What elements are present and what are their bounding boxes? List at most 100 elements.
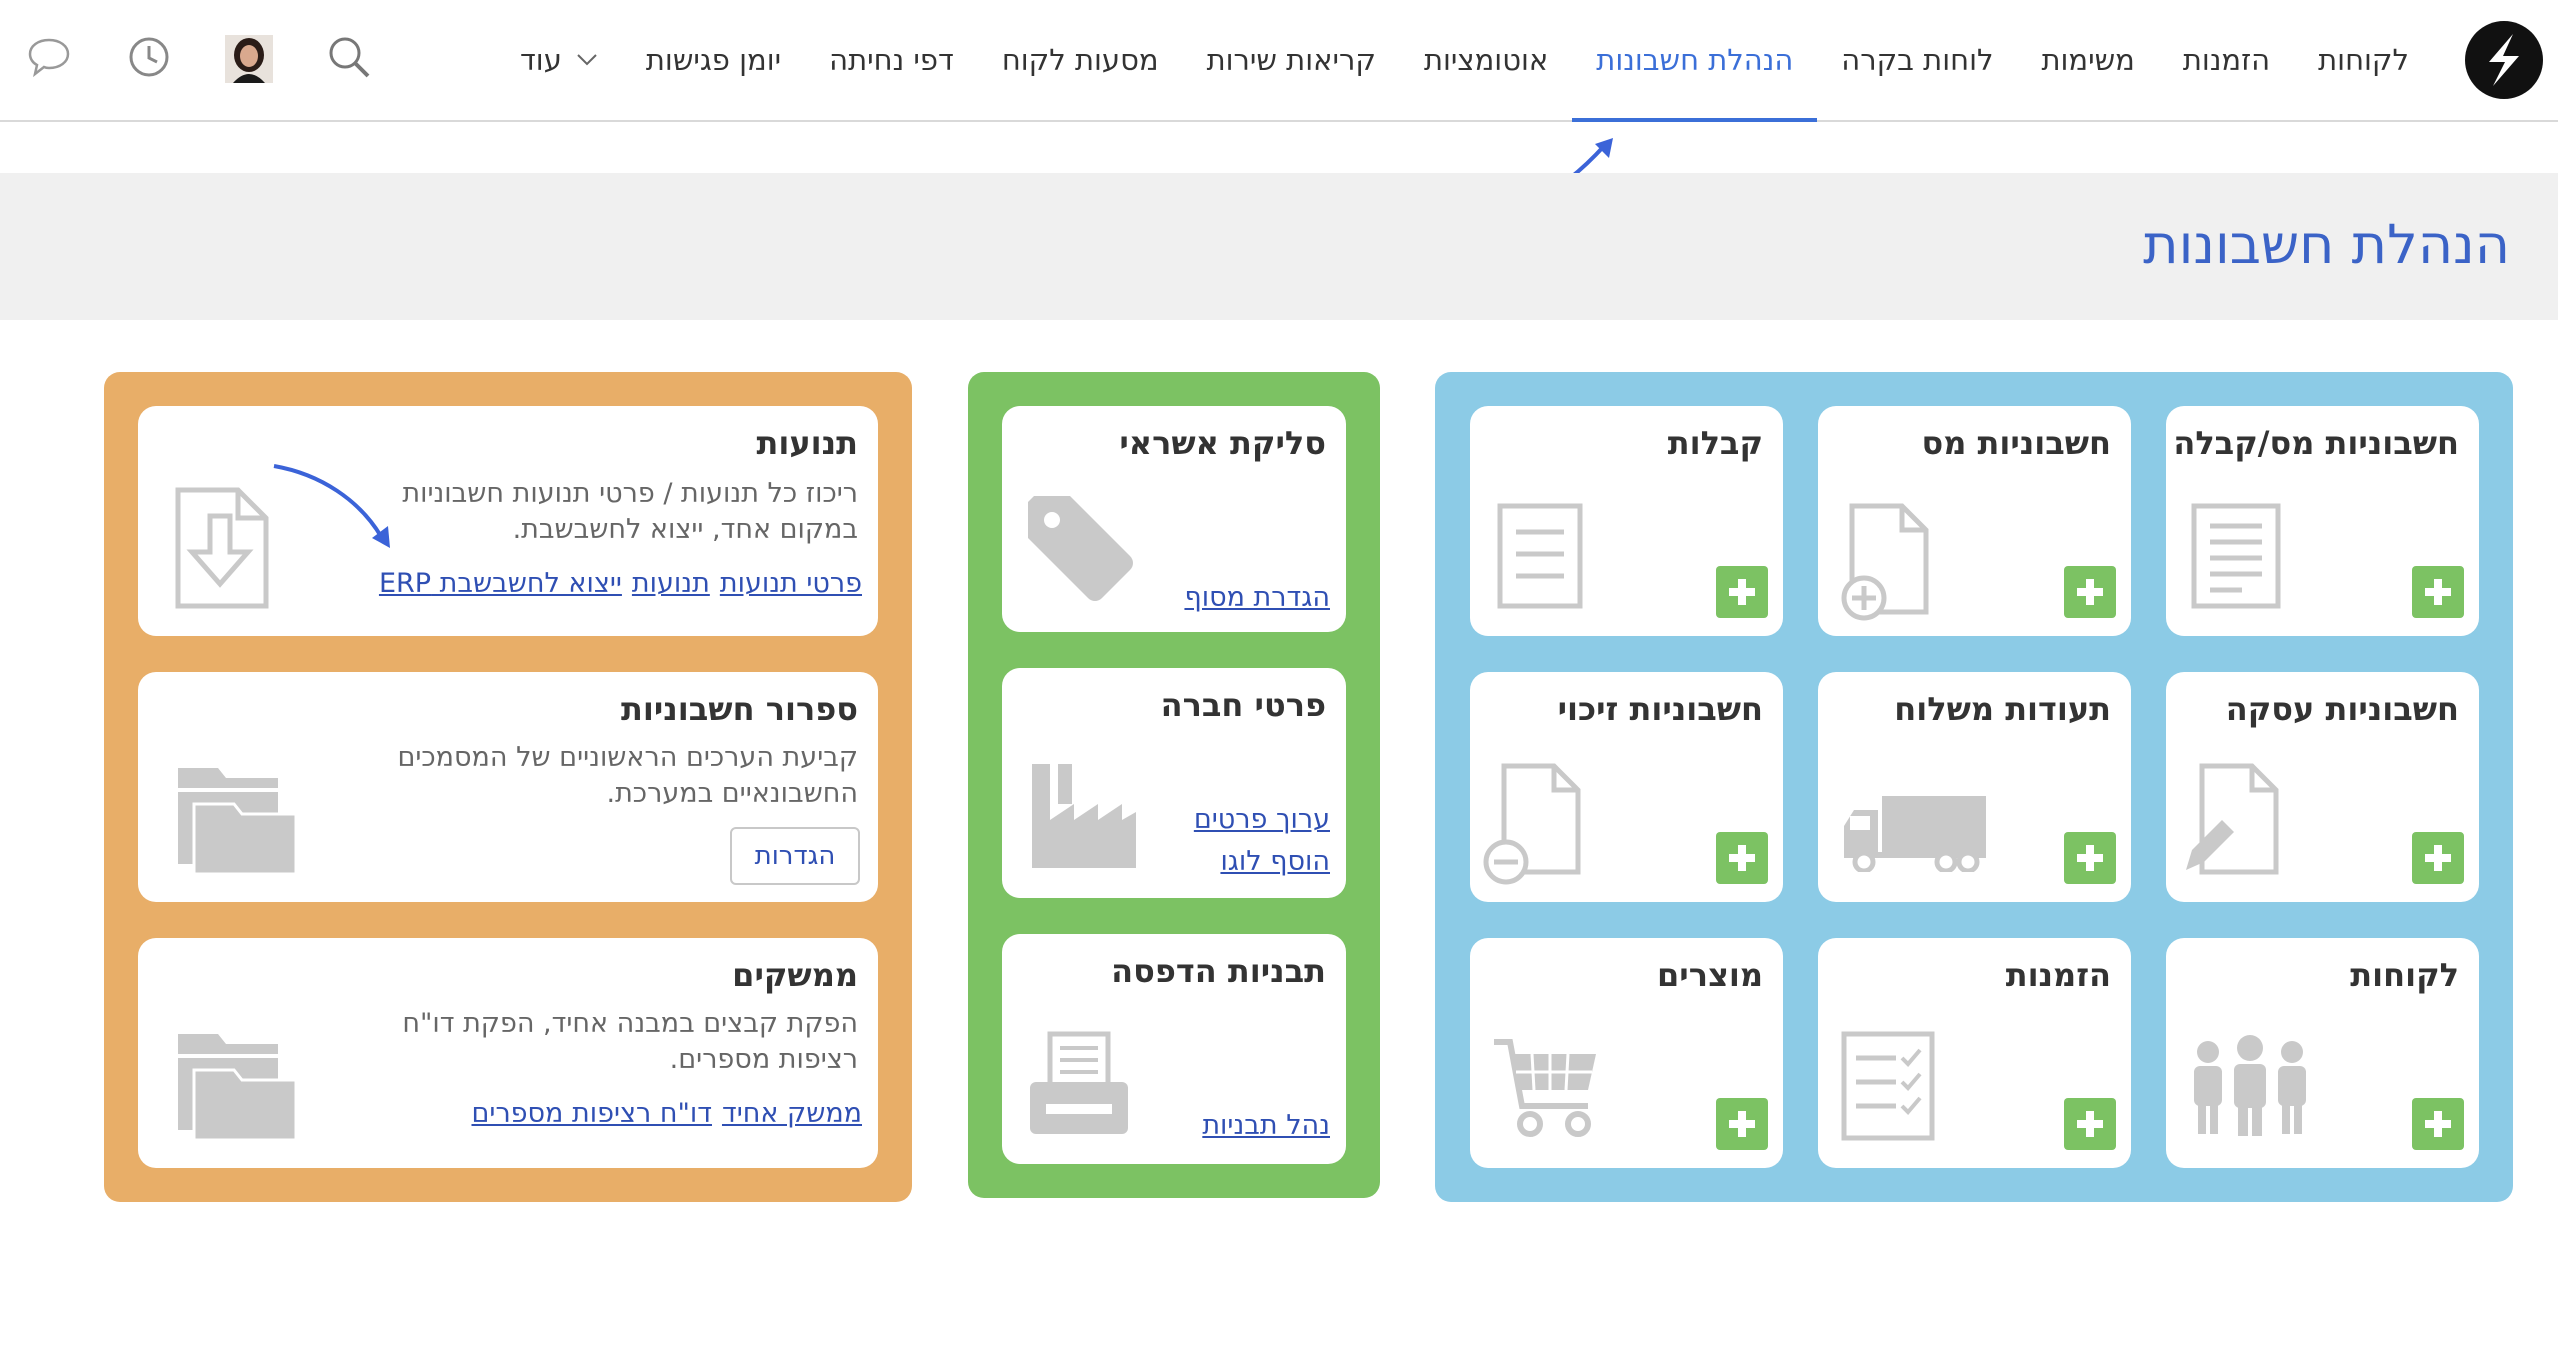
add-button[interactable] xyxy=(2412,832,2464,884)
more-label: עוד xyxy=(519,43,562,77)
card-title: סליקת אשראי xyxy=(1119,424,1326,462)
card-title: תנועות xyxy=(756,424,859,462)
card-description-line2: במקום אחד, ייצוא לחשבשבת. xyxy=(512,514,858,545)
card-title: לקוחות xyxy=(2350,956,2459,994)
add-logo-link[interactable]: הוסף לוגו xyxy=(1220,846,1330,877)
chat-bubble-icon xyxy=(28,38,70,78)
card-title: מוצרים xyxy=(1657,956,1763,994)
add-button[interactable] xyxy=(2412,1098,2464,1150)
doc-card-transaction-invoice[interactable]: חשבוניות עסקה xyxy=(2166,672,2479,902)
page-header: הנהלת חשבונות xyxy=(0,173,2558,320)
annotation-arrow xyxy=(273,464,390,548)
card-description-line1: ריכוז כל תנועות / פרטי תנועות חשבוניות xyxy=(402,478,858,509)
tag-icon xyxy=(1028,496,1133,601)
company-details-card: פרטי חברה ערוך פרטים הוסף לוגו xyxy=(1002,668,1346,898)
movements-link[interactable]: תנועות xyxy=(632,568,710,599)
movement-details-link[interactable]: פרטי תנועות xyxy=(720,568,862,599)
card-title: קבלות xyxy=(1667,424,1763,462)
add-button[interactable] xyxy=(2412,566,2464,618)
receipt-icon xyxy=(2191,503,2281,609)
tools-panel: תנועות ריכוז כל תנועות / פרטי תנועות חשב… xyxy=(104,372,912,1202)
document-lines-icon xyxy=(1497,503,1583,609)
card-title: תבניות הדפסה xyxy=(1111,952,1326,990)
unified-interface-link[interactable]: ממשק אחיד xyxy=(722,1098,862,1129)
factory-icon xyxy=(1032,764,1136,868)
nav-item-more[interactable]: עוד xyxy=(496,0,622,120)
avatar[interactable] xyxy=(225,35,273,83)
chevron-down-icon xyxy=(577,54,597,66)
doc-card-products[interactable]: מוצרים xyxy=(1470,938,1783,1168)
card-title: חשבוניות מס xyxy=(1921,424,2111,462)
search-icon xyxy=(329,37,370,78)
search-button[interactable] xyxy=(322,30,376,84)
nav-item-dashboards[interactable]: לוחות בקרה xyxy=(1817,0,2017,120)
interfaces-card: ממשקים הפקת קבצים במבנה אחיד, הפקת דו"ח … xyxy=(138,938,878,1168)
card-title: חשבוניות זיכוי xyxy=(1557,690,1763,728)
invoice-numbering-card: ספרור חשבוניות קביעת הערכים הראשוניים של… xyxy=(138,672,878,902)
logo-icon xyxy=(2489,34,2519,86)
doc-card-receipts[interactable]: קבלות xyxy=(1470,406,1783,636)
user-photo-icon xyxy=(225,35,273,83)
doc-card-tax-invoice[interactable]: חשבוניות מס xyxy=(1818,406,2131,636)
terminal-setup-link[interactable]: הגדרת מסוף xyxy=(1184,582,1330,613)
card-description-line1: קביעת הערכים הראשוניים של המסמכים xyxy=(397,742,858,773)
nav-item-orders[interactable]: הזמנות xyxy=(2159,0,2294,120)
file-add-icon xyxy=(1841,503,1929,621)
add-button[interactable] xyxy=(1716,832,1768,884)
credit-clearing-card: סליקת אשראי הגדרת מסוף xyxy=(1002,406,1346,632)
doc-card-delivery-notes[interactable]: תעודות משלוח xyxy=(1818,672,2131,902)
nav-items: לקוחות הזמנות משימות לוחות בקרה הנהלת חש… xyxy=(496,0,2433,122)
card-description-line2: החשבונאיים במערכת. xyxy=(606,778,858,809)
nav-item-customer-journeys[interactable]: מסעות לקוח xyxy=(978,0,1183,120)
download-file-icon xyxy=(175,487,269,609)
add-button[interactable] xyxy=(2064,1098,2116,1150)
folder-icon xyxy=(178,1034,298,1142)
printer-icon xyxy=(1030,1031,1128,1134)
edit-details-link[interactable]: ערוך פרטים xyxy=(1194,804,1330,835)
nav-item-calendar[interactable]: יומן פגישות xyxy=(622,0,805,120)
doc-card-orders[interactable]: הזמנות xyxy=(1818,938,2131,1168)
card-title: ספרור חשבוניות xyxy=(621,690,858,728)
truck-icon xyxy=(1844,796,1986,872)
add-button[interactable] xyxy=(2064,566,2116,618)
nav-item-automations[interactable]: אוטומציות xyxy=(1400,0,1572,120)
file-edit-icon xyxy=(2186,763,2279,875)
card-title: הזמנות xyxy=(2005,956,2111,994)
card-title: ממשקים xyxy=(732,956,858,994)
documents-panel: חשבוניות מס/קבלה חשבוניות מס קבלות חשבונ… xyxy=(1435,372,2513,1202)
history-button[interactable] xyxy=(122,30,176,84)
manage-templates-link[interactable]: נהל תבניות xyxy=(1202,1110,1330,1141)
add-button[interactable] xyxy=(2064,832,2116,884)
nav-item-tasks[interactable]: משימות xyxy=(2017,0,2158,120)
page-title: הנהלת חשבונות xyxy=(2143,213,2510,276)
card-title: חשבוניות עסקה xyxy=(2225,690,2459,728)
chat-button[interactable] xyxy=(22,30,76,84)
nav-item-landing-pages[interactable]: דפי נחיתה xyxy=(805,0,978,120)
cart-icon xyxy=(1494,1039,1596,1137)
nav-item-service-calls[interactable]: קריאות שירות xyxy=(1183,0,1400,120)
add-button[interactable] xyxy=(1716,566,1768,618)
number-continuity-report-link[interactable]: דו"ח רציפות מספרים xyxy=(471,1098,712,1129)
print-templates-card: תבניות הדפסה נהל תבניות xyxy=(1002,934,1346,1164)
doc-card-tax-invoice-receipt[interactable]: חשבוניות מס/קבלה xyxy=(2166,406,2479,636)
settings-button[interactable]: הגדרות xyxy=(730,827,860,885)
card-title: תעודות משלוח xyxy=(1894,690,2111,728)
clock-icon xyxy=(129,37,169,77)
people-icon xyxy=(2194,1035,2306,1136)
file-minus-icon xyxy=(1483,763,1581,885)
card-title: פרטי חברה xyxy=(1160,686,1326,724)
export-erp-link[interactable]: ייצוא לחשבשבת ERP xyxy=(379,568,622,599)
nav-item-accounting[interactable]: הנהלת חשבונות xyxy=(1572,0,1818,122)
settings-panel: סליקת אשראי הגדרת מסוף פרטי חברה ערוך פר… xyxy=(968,372,1380,1198)
folder-icon xyxy=(178,768,298,876)
card-description-line1: הפקת קבצים במבנה אחיד, הפקת דו"ח xyxy=(402,1008,858,1039)
doc-card-customers[interactable]: לקוחות xyxy=(2166,938,2479,1168)
top-navigation: לקוחות הזמנות משימות לוחות בקרה הנהלת חש… xyxy=(0,0,2558,122)
doc-card-credit-invoice[interactable]: חשבוניות זיכוי xyxy=(1470,672,1783,902)
checklist-icon xyxy=(1841,1031,1935,1141)
movements-card: תנועות ריכוז כל תנועות / פרטי תנועות חשב… xyxy=(138,406,878,636)
nav-item-customers[interactable]: לקוחות xyxy=(2294,0,2433,120)
app-logo[interactable] xyxy=(2465,21,2543,99)
card-description-line2: רציפות מספרים. xyxy=(669,1044,858,1075)
add-button[interactable] xyxy=(1716,1098,1768,1150)
